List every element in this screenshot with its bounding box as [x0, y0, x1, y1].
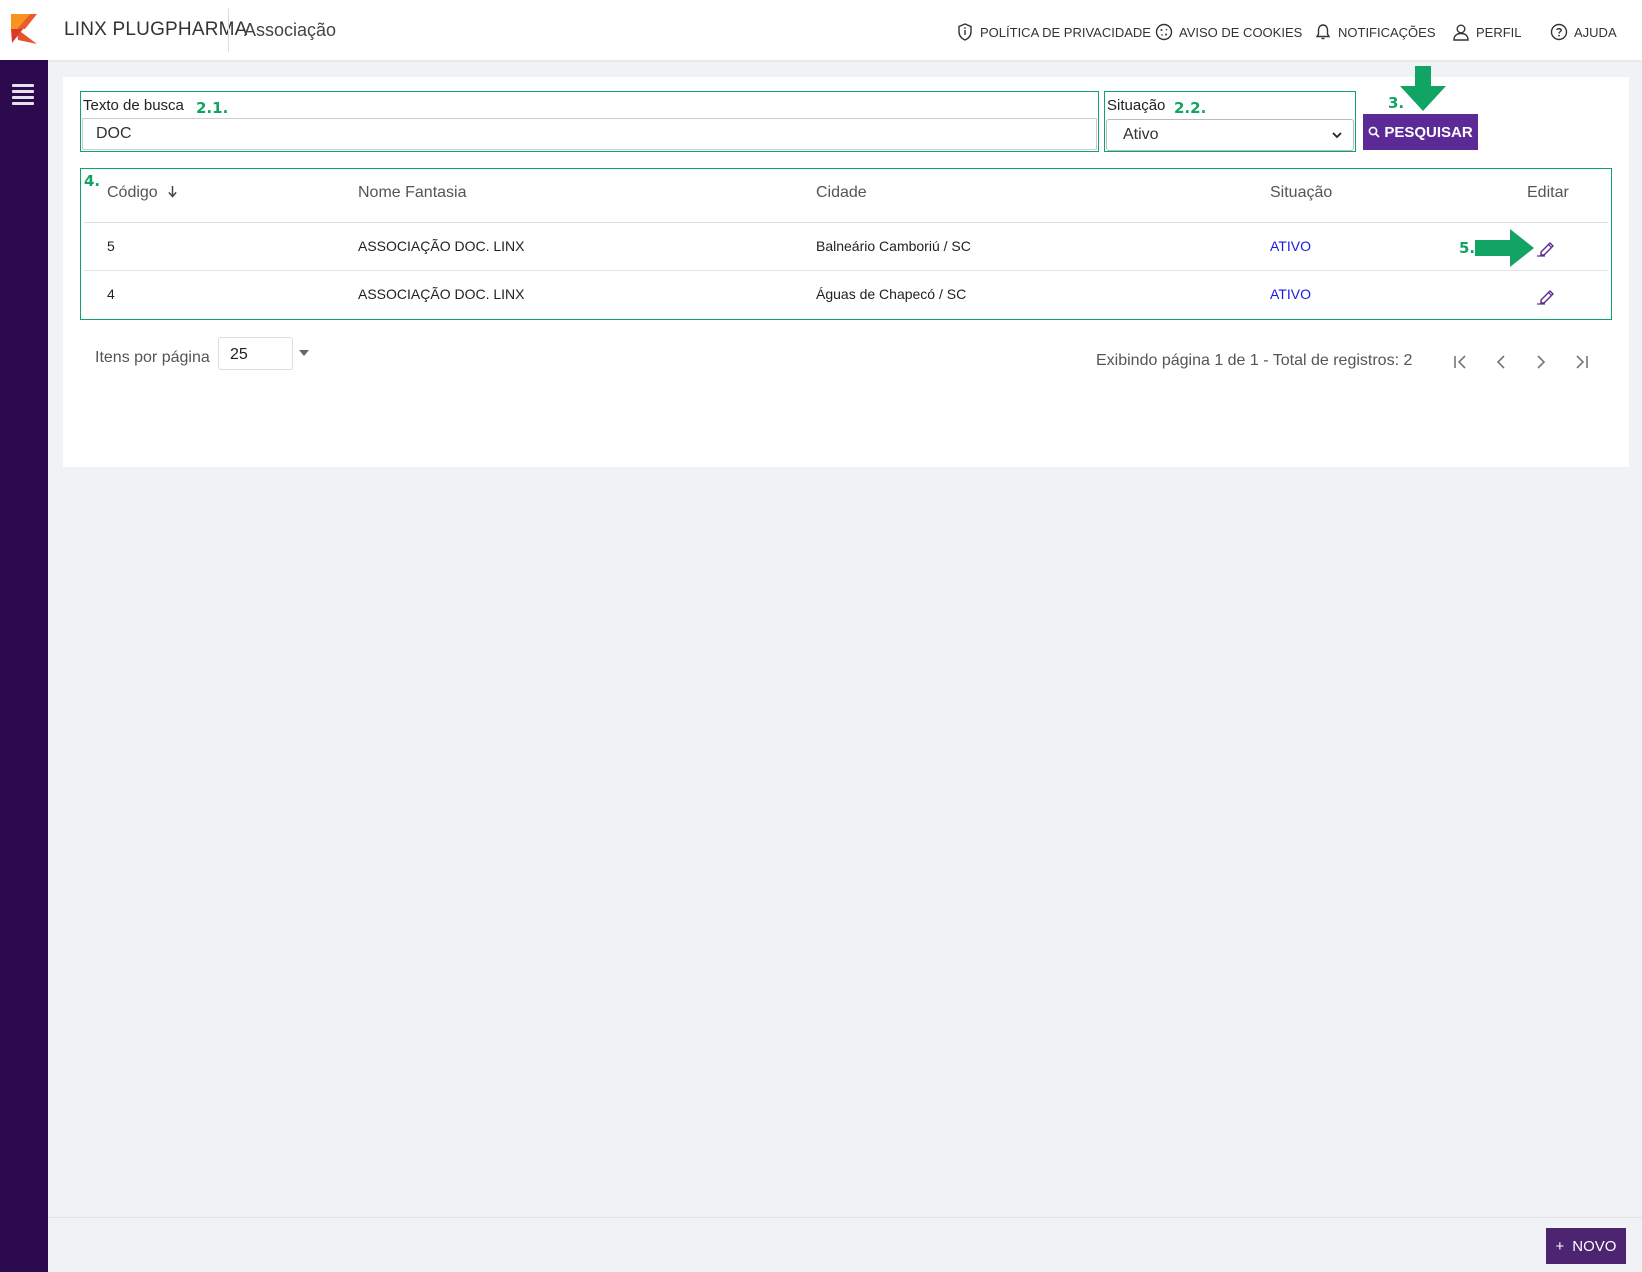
status-badge: ATIVO	[1270, 286, 1311, 302]
column-header-situacao[interactable]: Situação	[1270, 184, 1332, 202]
new-button-label: NOVO	[1572, 1237, 1617, 1255]
table-cell-codigo: 4	[107, 286, 115, 302]
table-cell-cidade: Águas de Chapecó / SC	[816, 286, 967, 302]
status-select[interactable]: Ativo	[1106, 119, 1354, 151]
table-cell-nome: ASSOCIAÇÃO DOC. LINX	[358, 286, 525, 302]
column-header-cidade[interactable]: Cidade	[816, 184, 867, 202]
sidebar	[0, 0, 48, 1272]
nav-privacy-policy[interactable]: POLÍTICA DE PRIVACIDADE	[955, 22, 1151, 42]
step-marker-2-1: 2.1.	[196, 99, 229, 117]
next-page-icon[interactable]	[1531, 352, 1551, 372]
column-header-editar: Editar	[1527, 184, 1569, 201]
help-icon	[1550, 23, 1568, 41]
app-brand[interactable]: LINX PLUGPHARMA	[64, 19, 248, 41]
caret-down-icon[interactable]	[299, 350, 309, 356]
top-bar: LINX PLUGPHARMA Associação POLÍTICA DE P…	[0, 0, 1642, 60]
pagination-info: Exibindo página 1 de 1 - Total de regist…	[1096, 352, 1413, 369]
column-header-codigo-label: Código	[107, 184, 158, 201]
page-title: Associação	[244, 20, 337, 40]
bell-icon	[1315, 24, 1331, 40]
status-field-label: Situação	[1107, 97, 1166, 114]
previous-page-icon[interactable]	[1491, 352, 1511, 372]
shield-icon	[958, 23, 972, 41]
nav-cookies-notice-label: AVISO DE COOKIES	[1179, 24, 1303, 40]
nav-privacy-policy-label: POLÍTICA DE PRIVACIDADE	[980, 24, 1151, 40]
edit-pencil-icon[interactable]	[1535, 284, 1557, 306]
user-icon	[1453, 24, 1469, 41]
search-button-label: PESQUISAR	[1384, 123, 1473, 141]
status-select-value: Ativo	[1123, 126, 1159, 143]
last-page-icon[interactable]	[1571, 352, 1591, 372]
nav-profile-label: PERFIL	[1476, 24, 1522, 40]
sort-arrow-down-icon	[168, 186, 177, 198]
search-button[interactable]: PESQUISAR	[1363, 114, 1478, 150]
step-marker-4: 4.	[84, 172, 101, 190]
table-header-divider	[84, 222, 1608, 223]
cookie-icon	[1155, 23, 1173, 41]
status-badge: ATIVO	[1270, 238, 1311, 254]
table-cell-codigo: 5	[107, 238, 115, 254]
chevron-down-icon	[1332, 132, 1342, 139]
items-per-page-label: Itens por página	[95, 349, 210, 366]
nav-profile[interactable]: PERFIL	[1451, 22, 1522, 42]
items-per-page-input[interactable]: 25	[218, 337, 293, 370]
plus-icon: +	[1555, 1237, 1565, 1255]
table-row-divider	[84, 270, 1608, 271]
column-header-nome-fantasia[interactable]: Nome Fantasia	[358, 184, 467, 202]
table-cell-nome: ASSOCIAÇÃO DOC. LINX	[358, 238, 525, 254]
nav-help[interactable]: AJUDA	[1549, 22, 1617, 42]
linx-logo-icon	[11, 14, 37, 44]
new-button[interactable]: + NOVO	[1546, 1228, 1626, 1264]
table-cell-cidade: Balneário Camboriú / SC	[816, 238, 971, 254]
search-input[interactable]	[82, 118, 1097, 150]
nav-notifications[interactable]: NOTIFICAÇÕES	[1313, 22, 1436, 42]
search-icon	[1368, 126, 1380, 138]
edit-pencil-icon[interactable]	[1535, 236, 1557, 258]
search-field-label: Texto de busca	[83, 97, 184, 114]
annotation-arrow-right-icon	[1475, 229, 1534, 267]
nav-notifications-label: NOTIFICAÇÕES	[1338, 24, 1436, 40]
column-header-codigo[interactable]: Código	[107, 184, 178, 202]
step-marker-5: 5.	[1459, 239, 1476, 257]
nav-cookies-notice[interactable]: AVISO DE COOKIES	[1154, 22, 1302, 42]
hamburger-menu-icon[interactable]	[12, 84, 34, 105]
footer-bar	[48, 1217, 1642, 1272]
annotation-arrow-down-icon	[1400, 66, 1446, 111]
header-divider	[228, 8, 229, 52]
nav-help-label: AJUDA	[1574, 24, 1617, 40]
step-marker-2-2: 2.2.	[1174, 99, 1207, 117]
first-page-icon[interactable]	[1451, 352, 1471, 372]
